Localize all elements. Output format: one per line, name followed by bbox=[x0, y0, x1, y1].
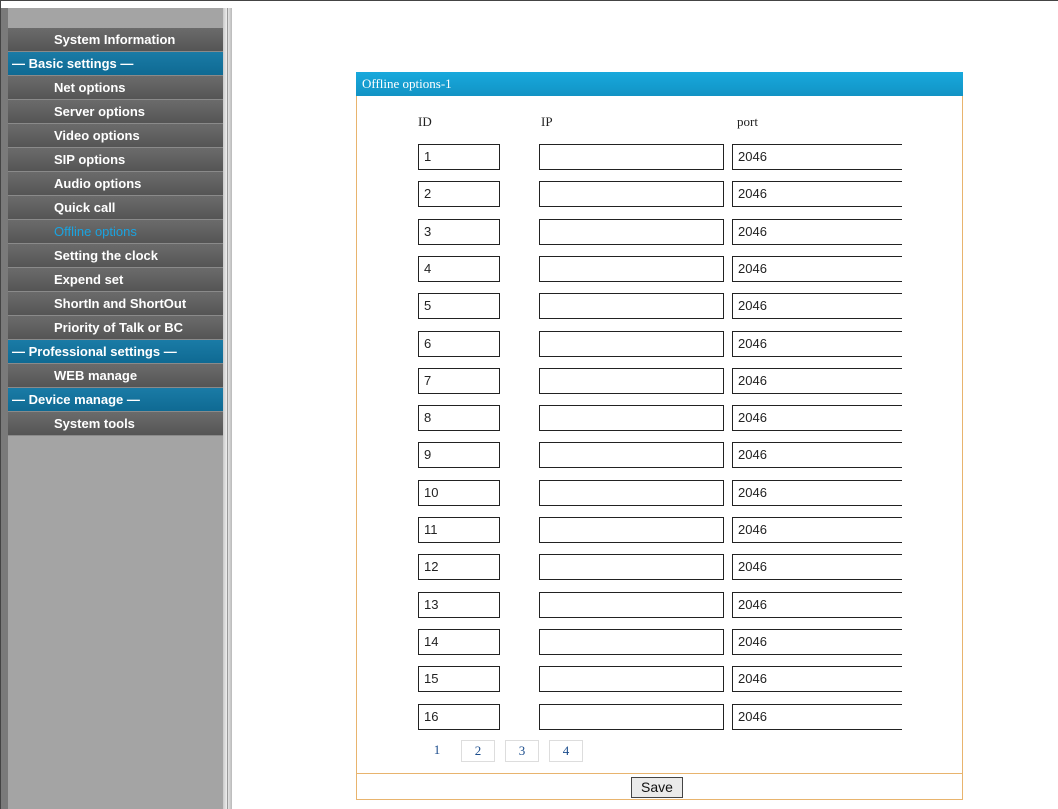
port-input[interactable]: 2046 bbox=[732, 592, 902, 618]
id-input[interactable]: 14 bbox=[418, 629, 500, 655]
page-button[interactable]: 2 bbox=[461, 740, 495, 762]
id-input[interactable]: 6 bbox=[418, 331, 500, 357]
ip-input[interactable] bbox=[539, 629, 724, 655]
port-input[interactable]: 2046 bbox=[732, 293, 902, 319]
sidebar-item[interactable]: System Information bbox=[8, 28, 227, 52]
id-input[interactable]: 10 bbox=[418, 480, 500, 506]
ip-input[interactable] bbox=[539, 405, 724, 431]
port-input[interactable]: 2046 bbox=[732, 480, 902, 506]
port-input[interactable]: 2046 bbox=[732, 666, 902, 692]
ip-input[interactable] bbox=[539, 517, 724, 543]
ip-input[interactable] bbox=[539, 666, 724, 692]
id-input[interactable]: 13 bbox=[418, 592, 500, 618]
sidebar-item[interactable]: Offline options bbox=[8, 220, 227, 244]
port-input[interactable]: 2046 bbox=[732, 144, 902, 170]
ip-input[interactable] bbox=[539, 704, 724, 730]
sidebar-item[interactable]: System tools bbox=[8, 412, 227, 436]
ip-input[interactable] bbox=[539, 144, 724, 170]
sidebar-item[interactable]: Audio options bbox=[8, 172, 227, 196]
sidebar-item[interactable]: Net options bbox=[8, 76, 227, 100]
port-input[interactable]: 2046 bbox=[732, 405, 902, 431]
ip-input[interactable] bbox=[539, 331, 724, 357]
sidebar-item[interactable]: ShortIn and ShortOut bbox=[8, 292, 227, 316]
sidebar-item[interactable]: SIP options bbox=[8, 148, 227, 172]
id-input[interactable]: 9 bbox=[418, 442, 500, 468]
id-input[interactable]: 2 bbox=[418, 181, 500, 207]
id-input[interactable]: 15 bbox=[418, 666, 500, 692]
id-input[interactable]: 4 bbox=[418, 256, 500, 282]
panel-footer: Save bbox=[356, 773, 963, 800]
column-header-port: port bbox=[737, 114, 758, 129]
port-input[interactable]: 2046 bbox=[732, 629, 902, 655]
id-input[interactable]: 3 bbox=[418, 219, 500, 245]
save-button[interactable]: Save bbox=[631, 777, 683, 798]
port-input[interactable]: 2046 bbox=[732, 219, 902, 245]
column-header-id: ID bbox=[418, 114, 432, 129]
ip-input[interactable] bbox=[539, 442, 724, 468]
id-input[interactable]: 1 bbox=[418, 144, 500, 170]
column-header-ip: IP bbox=[541, 114, 553, 129]
id-input[interactable]: 16 bbox=[418, 704, 500, 730]
ip-input[interactable] bbox=[539, 480, 724, 506]
sidebar-item[interactable]: Setting the clock bbox=[8, 244, 227, 268]
ip-input[interactable] bbox=[539, 554, 724, 580]
sidebar-item[interactable]: WEB manage bbox=[8, 364, 227, 388]
page-button[interactable]: 4 bbox=[549, 740, 583, 762]
page-button[interactable]: 3 bbox=[505, 740, 539, 762]
port-input[interactable]: 2046 bbox=[732, 517, 902, 543]
sidebar-item[interactable]: Priority of Talk or BC bbox=[8, 316, 227, 340]
id-input[interactable]: 8 bbox=[418, 405, 500, 431]
ip-input[interactable] bbox=[539, 219, 724, 245]
sidebar-item[interactable]: Video options bbox=[8, 124, 227, 148]
splitter[interactable] bbox=[223, 8, 232, 809]
ip-input[interactable] bbox=[539, 592, 724, 618]
id-input[interactable]: 11 bbox=[418, 517, 500, 543]
ip-input[interactable] bbox=[539, 293, 724, 319]
sidebar-section-header[interactable]: — Professional settings — bbox=[8, 340, 227, 364]
sidebar-item[interactable]: Server options bbox=[8, 100, 227, 124]
port-input[interactable]: 2046 bbox=[732, 554, 902, 580]
port-input[interactable]: 2046 bbox=[732, 442, 902, 468]
port-input[interactable]: 2046 bbox=[732, 331, 902, 357]
ip-input[interactable] bbox=[539, 181, 724, 207]
port-input[interactable]: 2046 bbox=[732, 181, 902, 207]
id-input[interactable]: 5 bbox=[418, 293, 500, 319]
sidebar-section-header[interactable]: — Device manage — bbox=[8, 388, 227, 412]
sidebar-item[interactable]: Quick call bbox=[8, 196, 227, 220]
panel-title: Offline options-1 bbox=[356, 72, 963, 96]
sidebar-section-header[interactable]: — Basic settings — bbox=[8, 52, 227, 76]
page-button[interactable]: 1 bbox=[420, 740, 454, 762]
ip-input[interactable] bbox=[539, 256, 724, 282]
port-input[interactable]: 2046 bbox=[732, 704, 902, 730]
ip-input[interactable] bbox=[539, 368, 724, 394]
sidebar-nav: System Information — Basic settings — Net … bbox=[8, 28, 227, 436]
id-input[interactable]: 7 bbox=[418, 368, 500, 394]
sidebar: System Information — Basic settings — Net … bbox=[1, 8, 227, 809]
port-input[interactable]: 2046 bbox=[732, 368, 902, 394]
sidebar-item[interactable]: Expend set bbox=[8, 268, 227, 292]
port-input[interactable]: 2046 bbox=[732, 256, 902, 282]
id-input[interactable]: 12 bbox=[418, 554, 500, 580]
